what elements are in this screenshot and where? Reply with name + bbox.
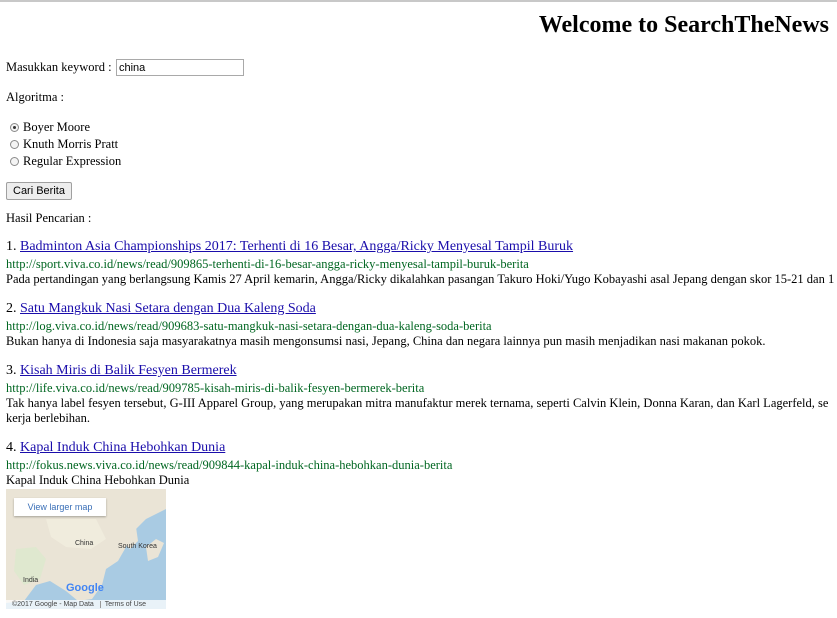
radio-label: Regular Expression bbox=[23, 154, 122, 168]
result-url: http://log.viva.co.id/news/read/909683-s… bbox=[6, 319, 492, 333]
map-label-china: China bbox=[75, 540, 94, 547]
result-number: 3. bbox=[6, 363, 17, 378]
result-title-row: 1. Badminton Asia Championships 2017: Te… bbox=[6, 239, 573, 255]
map-attribution: ©2017 Google - Map Data bbox=[12, 601, 94, 608]
result-description: Kapal Induk China Hebohkan Dunia bbox=[6, 473, 190, 487]
radio-boyer-moore[interactable]: Boyer Moore bbox=[10, 120, 90, 135]
view-larger-map-link[interactable]: View larger map bbox=[14, 498, 106, 516]
embedded-map[interactable]: View larger map China South Korea India … bbox=[6, 489, 166, 609]
result-title-row: 3. Kisah Miris di Balik Fesyen Bermerek bbox=[6, 363, 237, 379]
result-number: 1. bbox=[6, 239, 17, 254]
result-url: http://fokus.news.viva.co.id/news/read/9… bbox=[6, 458, 453, 472]
map-terms-link[interactable]: Terms of Use bbox=[99, 601, 147, 608]
result-number: 4. bbox=[6, 440, 17, 455]
results-label: Hasil Pencarian : bbox=[6, 211, 92, 225]
page-title: Welcome to SearchTheNews bbox=[538, 12, 829, 38]
radio-unchecked-icon[interactable] bbox=[10, 140, 19, 149]
algorithm-label: Algoritma : bbox=[6, 90, 64, 104]
result-title-row: 4. Kapal Induk China Hebohkan Dunia bbox=[6, 440, 225, 456]
result-url: http://sport.viva.co.id/news/read/909865… bbox=[6, 257, 529, 271]
result-description: Pada pertandingan yang berlangsung Kamis… bbox=[6, 272, 835, 286]
map-label-india: India bbox=[23, 577, 39, 584]
radio-regular-expression[interactable]: Regular Expression bbox=[10, 154, 121, 169]
google-logo: Google bbox=[66, 582, 104, 594]
radio-label: Boyer Moore bbox=[23, 120, 90, 134]
google-logo-text: Google bbox=[66, 582, 104, 594]
radio-checked-icon[interactable] bbox=[10, 123, 19, 132]
keyword-label: Masukkan keyword : bbox=[6, 60, 112, 74]
radio-unchecked-icon[interactable] bbox=[10, 157, 19, 166]
result-link[interactable]: Badminton Asia Championships 2017: Terhe… bbox=[20, 239, 573, 254]
result-description-continued: kerja berlebihan. bbox=[6, 411, 90, 425]
radio-label: Knuth Morris Pratt bbox=[23, 137, 119, 151]
map-footer: ©2017 Google - Map Data Terms of Use bbox=[6, 600, 166, 609]
radio-knuth-morris-pratt[interactable]: Knuth Morris Pratt bbox=[10, 137, 118, 152]
result-link[interactable]: Satu Mangkuk Nasi Setara dengan Dua Kale… bbox=[20, 301, 316, 316]
result-link[interactable]: Kisah Miris di Balik Fesyen Bermerek bbox=[20, 363, 237, 378]
result-url: http://life.viva.co.id/news/read/909785-… bbox=[6, 381, 425, 395]
result-number: 2. bbox=[6, 301, 17, 316]
search-button[interactable]: Cari Berita bbox=[6, 182, 72, 200]
keyword-input[interactable] bbox=[116, 59, 244, 76]
result-description: Bukan hanya di Indonesia saja masyarakat… bbox=[6, 334, 766, 348]
result-description: Tak hanya label fesyen tersebut, G-III A… bbox=[6, 396, 829, 410]
map-label-south-korea: South Korea bbox=[118, 543, 157, 550]
result-title-row: 2. Satu Mangkuk Nasi Setara dengan Dua K… bbox=[6, 301, 316, 317]
result-link[interactable]: Kapal Induk China Hebohkan Dunia bbox=[20, 440, 225, 455]
